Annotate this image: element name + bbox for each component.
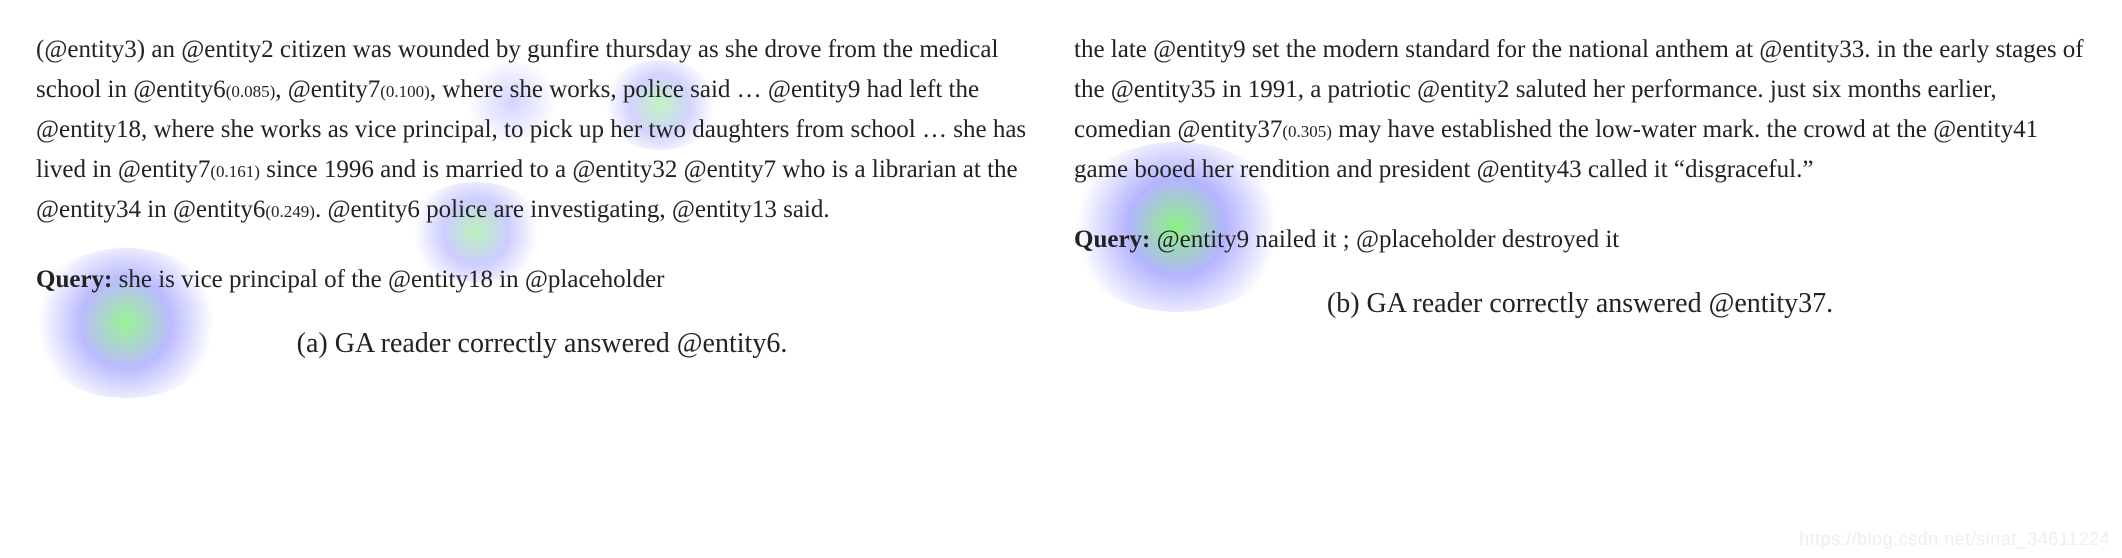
right-panel: the late @entity9 set the modern standar…: [1074, 30, 2086, 367]
watermark-text: https://blog.csdn.net/sinat_34611224: [1799, 525, 2110, 554]
passage-text: . @entity6 police are investigating, @en…: [315, 196, 830, 223]
attention-score: (0.161): [210, 162, 260, 181]
figure-columns: (@entity3) an @entity2 citizen was wound…: [36, 30, 2086, 367]
attention-score: (0.249): [265, 202, 315, 221]
left-caption: (a) GA reader correctly answered @entity…: [36, 322, 1048, 367]
right-caption: (b) GA reader correctly answered @entity…: [1074, 282, 2086, 327]
query-label: Query:: [36, 266, 112, 293]
left-passage: (@entity3) an @entity2 citizen was wound…: [36, 30, 1048, 230]
attention-score: (0.100): [380, 82, 430, 101]
right-query: Query: @entity9 nailed it ; @placeholder…: [1074, 220, 2086, 260]
query-text: she is vice principal of the @entity18 i…: [112, 266, 664, 293]
attention-score: (0.085): [226, 82, 276, 101]
query-text: @entity9 nailed it ; @placeholder destro…: [1150, 226, 1619, 253]
left-query: Query: she is vice principal of the @ent…: [36, 260, 1048, 300]
left-panel: (@entity3) an @entity2 citizen was wound…: [36, 30, 1048, 367]
query-label: Query:: [1074, 226, 1150, 253]
right-passage: the late @entity9 set the modern standar…: [1074, 30, 2086, 190]
passage-text: , @entity7: [275, 76, 380, 103]
attention-score: (0.305): [1282, 122, 1332, 141]
